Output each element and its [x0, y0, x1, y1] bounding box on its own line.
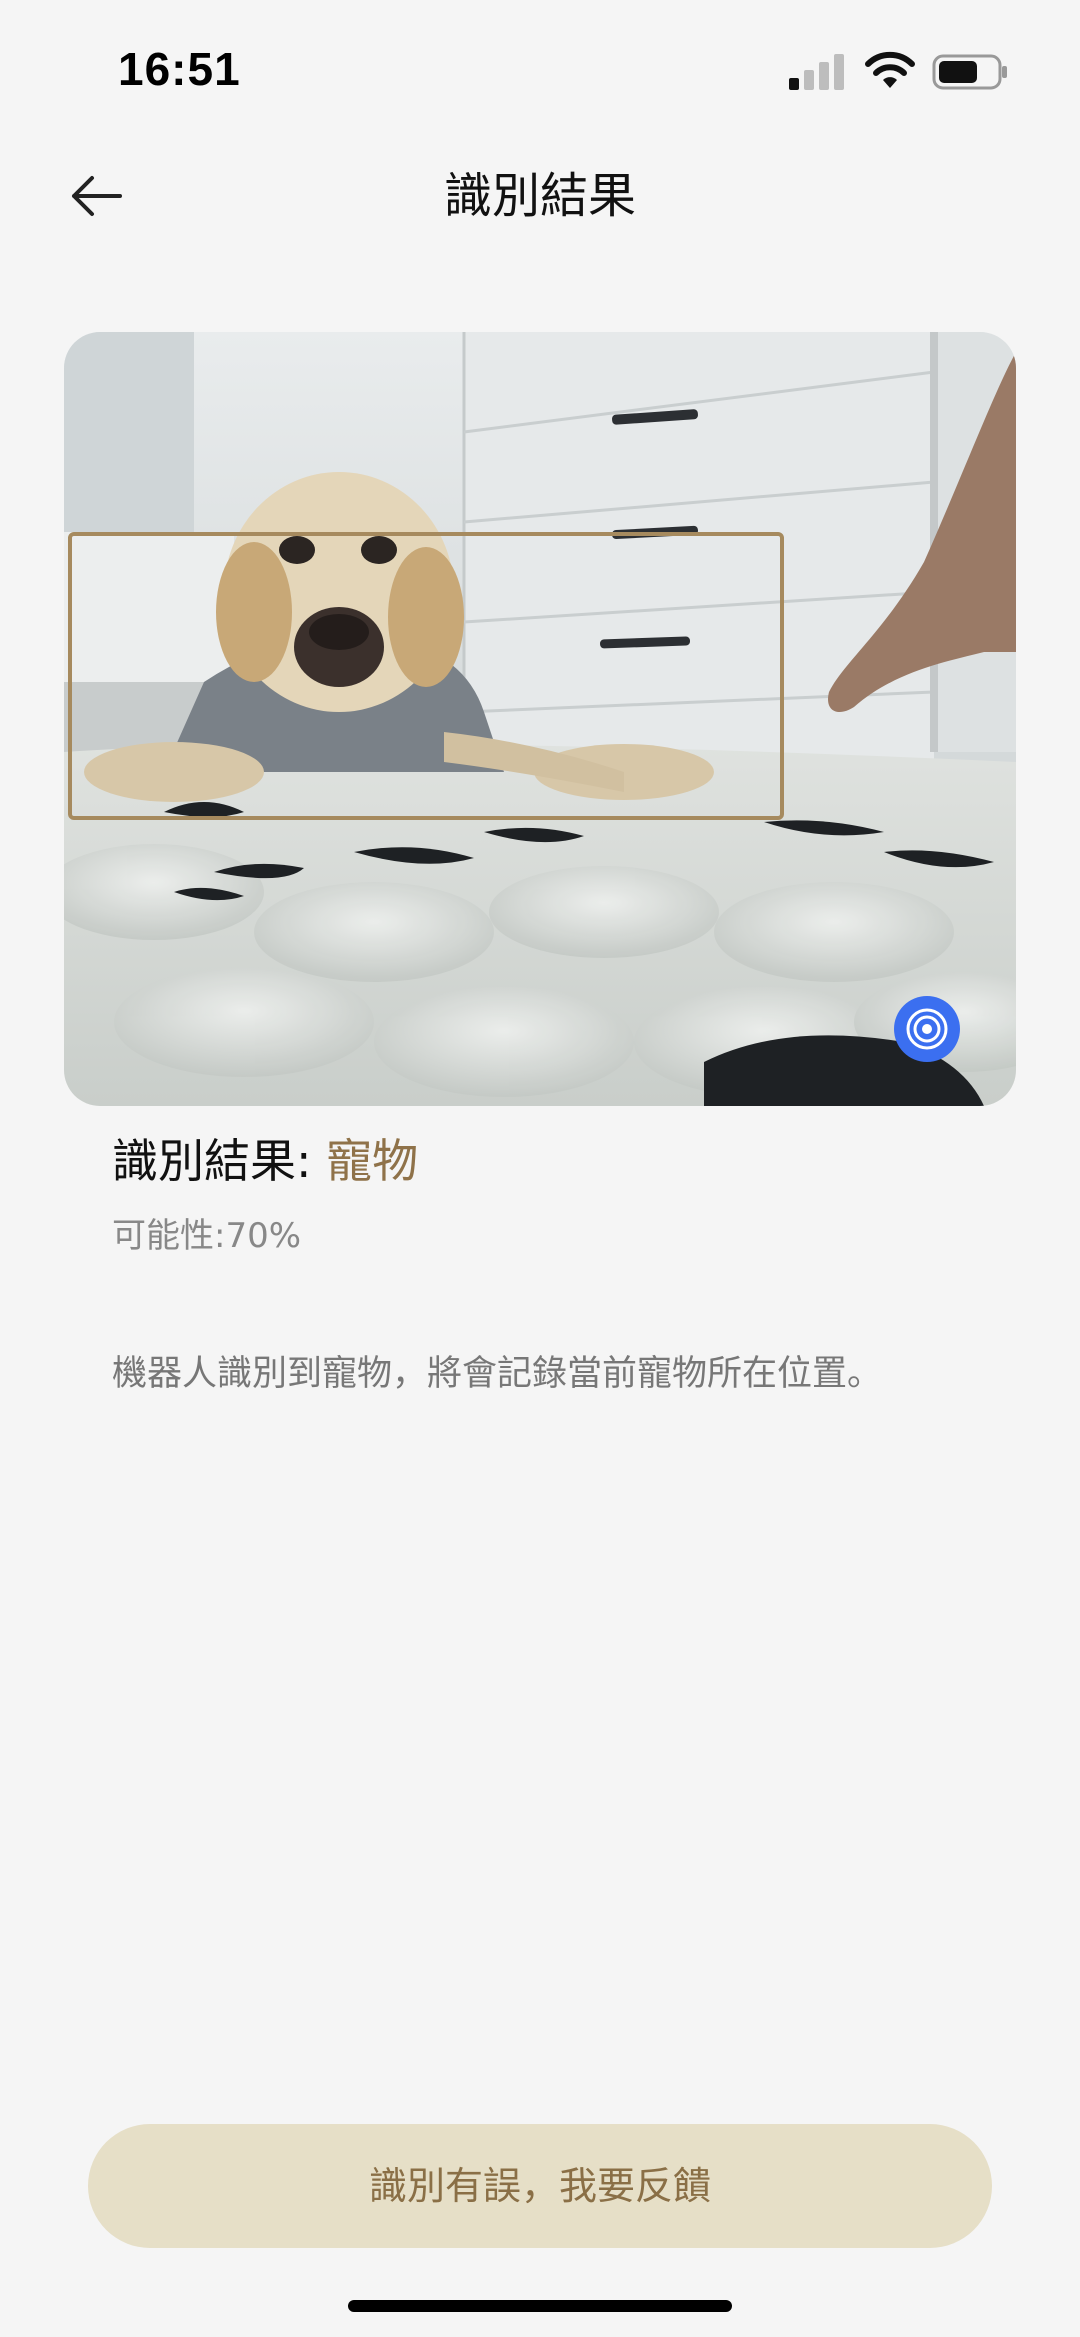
recognition-photo [64, 332, 1016, 1106]
battery-icon [932, 54, 1007, 90]
header-bar: 識別結果 [0, 150, 1080, 240]
probability-text: 可能性:70% [112, 1216, 302, 1256]
recognition-lens-button[interactable] [894, 996, 960, 1062]
status-bar: 16:51 [0, 0, 1080, 140]
feedback-button[interactable]: 識別有誤，我要反饋 [88, 2124, 992, 2248]
result-label: 識別結果: [112, 1134, 327, 1188]
result-heading: 識別結果: 寵物 [112, 1128, 418, 1194]
result-description: 機器人識別到寵物，將會記錄當前寵物所在位置。 [112, 1354, 883, 1394]
detection-box [68, 532, 784, 820]
home-indicator [348, 2300, 732, 2312]
concentric-circles-icon [906, 1008, 948, 1050]
result-value: 寵物 [326, 1134, 419, 1188]
recognition-result-screen: 16:51 識別結果 識別結果: 寵物 可能性:70% 機器人識別到寵物，將會記… [0, 0, 1080, 2337]
status-time: 16:51 [118, 43, 241, 95]
page-title: 識別結果 [443, 168, 636, 224]
cellular-signal-icon [789, 54, 844, 90]
wifi-icon [865, 51, 915, 88]
